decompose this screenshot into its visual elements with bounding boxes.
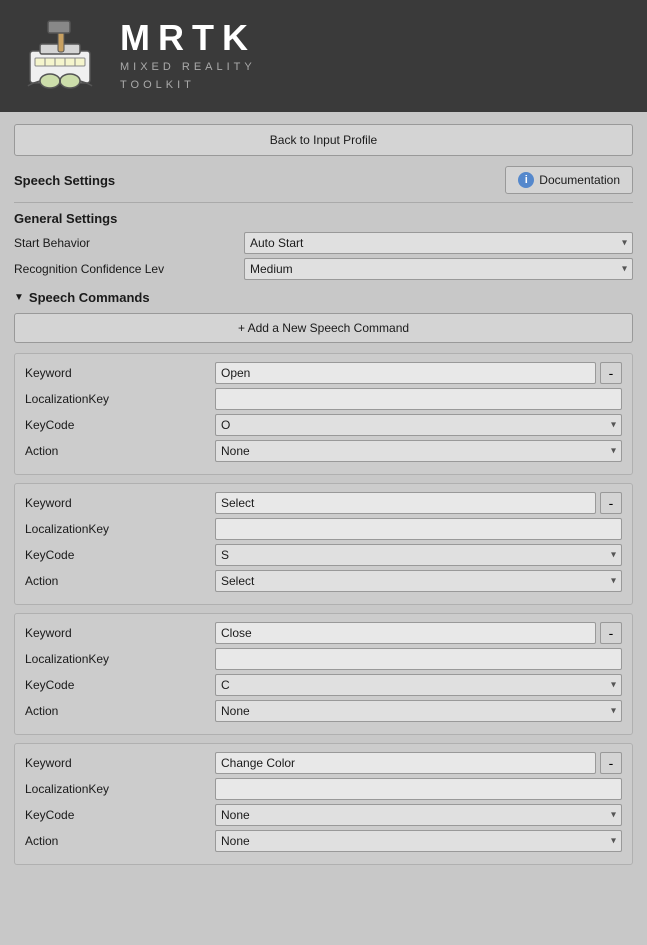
keycode-select-2[interactable]: None O A B C S (215, 544, 622, 566)
action-select-3[interactable]: None Select Menu Grip Pointer (215, 700, 622, 722)
divider-1 (14, 202, 633, 203)
speech-commands-title: Speech Commands (29, 290, 150, 305)
remove-button-3[interactable]: - (600, 622, 622, 644)
localization-key-input-4[interactable] (215, 778, 622, 800)
keyword-label-3: Keyword (25, 626, 215, 640)
keycode-select-wrapper-3: None O A B C S (215, 674, 622, 696)
action-row-1: Action None Select Menu Grip Pointer (25, 440, 622, 462)
localization-key-label-1: LocalizationKey (25, 392, 215, 406)
remove-button-4[interactable]: - (600, 752, 622, 774)
add-speech-command-button[interactable]: + Add a New Speech Command (14, 313, 633, 343)
action-label-4: Action (25, 834, 215, 848)
localization-key-input-1[interactable] (215, 388, 622, 410)
collapse-triangle-icon[interactable]: ▼ (14, 292, 24, 303)
action-label-3: Action (25, 704, 215, 718)
brand-text: MRTK MIXED REALITY TOOLKIT (120, 17, 256, 94)
start-behavior-select[interactable]: Auto Start Manual Start (244, 232, 633, 254)
command-card-close: Keyword - LocalizationKey KeyCode None O… (14, 613, 633, 735)
command-card-open: Keyword - LocalizationKey KeyCode None O… (14, 353, 633, 475)
brand-subtitle-line2: TOOLKIT (120, 77, 256, 95)
action-label-2: Action (25, 574, 215, 588)
action-row-3: Action None Select Menu Grip Pointer (25, 700, 622, 722)
info-icon: i (518, 172, 534, 188)
action-row-2: Action None Select Menu Grip Pointer (25, 570, 622, 592)
action-select-wrapper-1: None Select Menu Grip Pointer (215, 440, 622, 462)
localization-key-row-3: LocalizationKey (25, 648, 622, 670)
keyword-row-4: Keyword - (25, 752, 622, 774)
keycode-select-wrapper-4: None O A B C S (215, 804, 622, 826)
keyword-row-1: Keyword - (25, 362, 622, 384)
keyword-label-1: Keyword (25, 366, 215, 380)
brand-subtitle-line1: MIXED REALITY (120, 59, 256, 77)
recognition-confidence-select[interactable]: Low Medium High (244, 258, 633, 280)
recognition-confidence-label: Recognition Confidence Lev (14, 262, 244, 276)
keycode-row-3: KeyCode None O A B C S (25, 674, 622, 696)
logo (20, 16, 100, 96)
remove-button-1[interactable]: - (600, 362, 622, 384)
app-header: MRTK MIXED REALITY TOOLKIT (0, 0, 647, 112)
documentation-label: Documentation (539, 173, 620, 187)
action-row-4: Action None Select Menu Grip Pointer (25, 830, 622, 852)
keyword-input-2[interactable] (215, 492, 596, 514)
keyword-input-3[interactable] (215, 622, 596, 644)
speech-commands-section: ▼ Speech Commands + Add a New Speech Com… (14, 290, 633, 865)
keycode-label-1: KeyCode (25, 418, 215, 432)
action-select-2[interactable]: None Select Menu Grip Pointer (215, 570, 622, 592)
keyword-label-4: Keyword (25, 756, 215, 770)
keyword-row-2: Keyword - (25, 492, 622, 514)
speech-settings-header: Speech Settings i Documentation (14, 166, 633, 194)
action-select-4[interactable]: None Select Menu Grip Pointer (215, 830, 622, 852)
action-select-wrapper-3: None Select Menu Grip Pointer (215, 700, 622, 722)
remove-button-2[interactable]: - (600, 492, 622, 514)
keyword-row-3: Keyword - (25, 622, 622, 644)
localization-key-label-4: LocalizationKey (25, 782, 215, 796)
localization-key-row-1: LocalizationKey (25, 388, 622, 410)
keycode-select-4[interactable]: None O A B C S (215, 804, 622, 826)
keycode-label-2: KeyCode (25, 548, 215, 562)
keycode-row-4: KeyCode None O A B C S (25, 804, 622, 826)
localization-key-row-4: LocalizationKey (25, 778, 622, 800)
action-select-wrapper-4: None Select Menu Grip Pointer (215, 830, 622, 852)
localization-key-label-2: LocalizationKey (25, 522, 215, 536)
keycode-select-wrapper-2: None O A B C S (215, 544, 622, 566)
localization-key-input-3[interactable] (215, 648, 622, 670)
keycode-select-wrapper-1: None O A B C S (215, 414, 622, 436)
command-card-select: Keyword - LocalizationKey KeyCode None O… (14, 483, 633, 605)
general-settings-title: General Settings (14, 211, 633, 226)
keyword-input-4[interactable] (215, 752, 596, 774)
start-behavior-row: Start Behavior Auto Start Manual Start (14, 232, 633, 254)
speech-settings-title: Speech Settings (14, 173, 115, 188)
command-card-change-color: Keyword - LocalizationKey KeyCode None O… (14, 743, 633, 865)
localization-key-row-2: LocalizationKey (25, 518, 622, 540)
main-content: Back to Input Profile Speech Settings i … (0, 112, 647, 885)
localization-key-input-2[interactable] (215, 518, 622, 540)
keycode-label-3: KeyCode (25, 678, 215, 692)
action-label-1: Action (25, 444, 215, 458)
start-behavior-select-wrapper: Auto Start Manual Start (244, 232, 633, 254)
action-select-wrapper-2: None Select Menu Grip Pointer (215, 570, 622, 592)
documentation-button[interactable]: i Documentation (505, 166, 633, 194)
keyword-input-1[interactable] (215, 362, 596, 384)
back-to-input-profile-button[interactable]: Back to Input Profile (14, 124, 633, 156)
action-select-1[interactable]: None Select Menu Grip Pointer (215, 440, 622, 462)
start-behavior-label: Start Behavior (14, 236, 244, 250)
keycode-row-1: KeyCode None O A B C S (25, 414, 622, 436)
recognition-confidence-row: Recognition Confidence Lev Low Medium Hi… (14, 258, 633, 280)
keycode-label-4: KeyCode (25, 808, 215, 822)
keycode-select-3[interactable]: None O A B C S (215, 674, 622, 696)
keycode-select-1[interactable]: None O A B C S (215, 414, 622, 436)
localization-key-label-3: LocalizationKey (25, 652, 215, 666)
keyword-label-2: Keyword (25, 496, 215, 510)
recognition-confidence-select-wrapper: Low Medium High (244, 258, 633, 280)
keycode-row-2: KeyCode None O A B C S (25, 544, 622, 566)
brand-title: MRTK (120, 17, 256, 59)
speech-commands-title-row: ▼ Speech Commands (14, 290, 633, 305)
